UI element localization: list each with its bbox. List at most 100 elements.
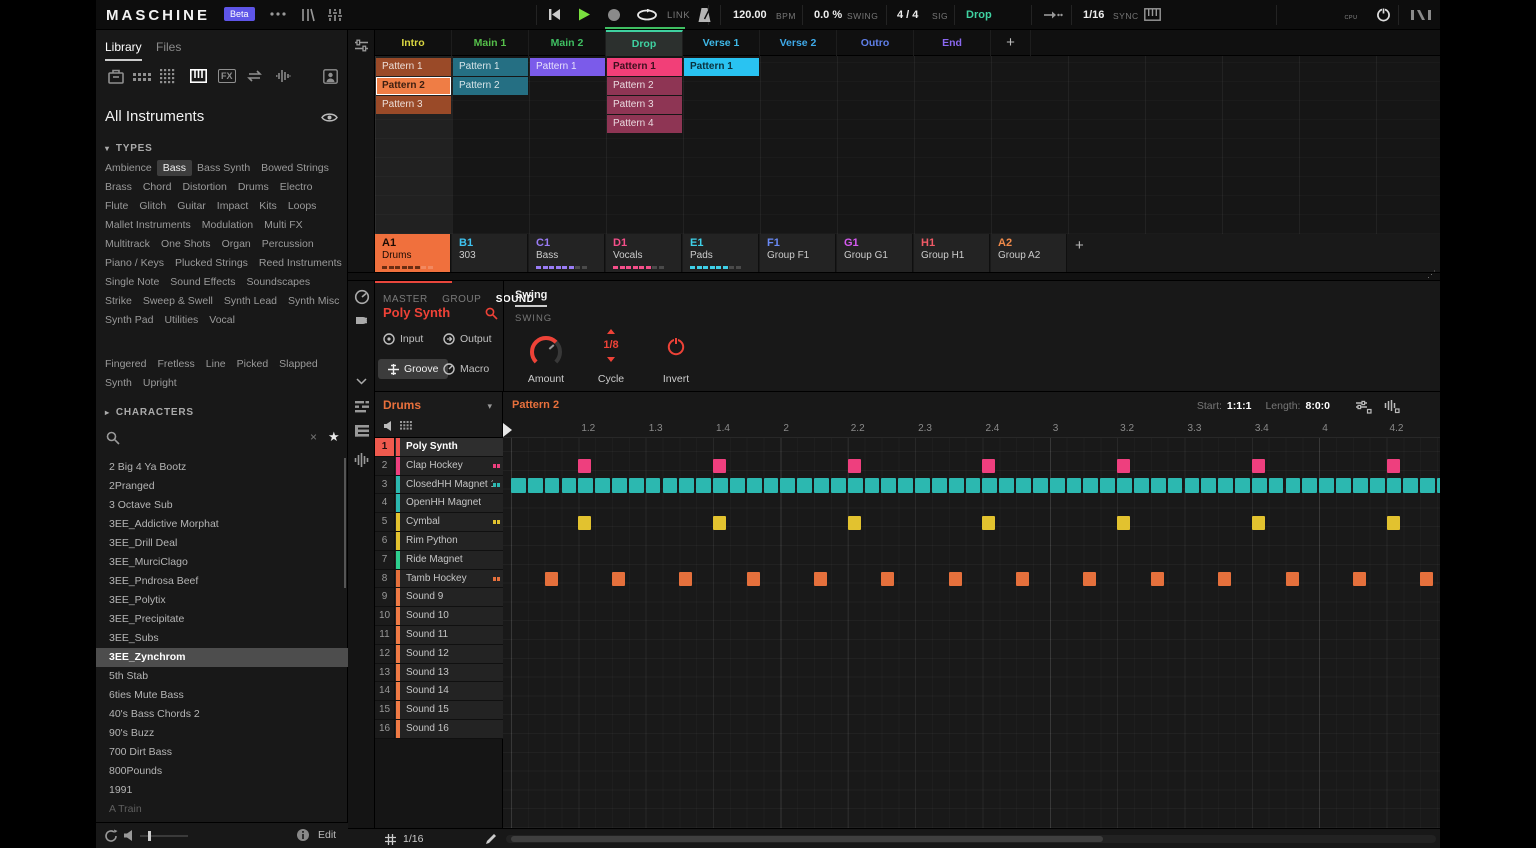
pattern-cell[interactable]: Pattern 1 [607,58,682,76]
type-tag[interactable]: Organ [222,238,251,250]
step-note[interactable] [1269,478,1284,493]
playhead[interactable] [503,423,512,437]
sound-row[interactable]: 9Sound 9 [375,588,503,607]
sound-row[interactable]: 2Clap Hockey [375,457,503,476]
resize-handle[interactable]: ⋰ [1427,269,1436,280]
step-note[interactable] [1083,572,1096,586]
sound-name[interactable]: Sound 15 [406,701,493,720]
type-tag[interactable]: Bowed Strings [261,162,329,174]
current-section-label[interactable]: Drop [966,9,992,21]
type-tag[interactable]: Soundscapes [246,276,310,288]
type-tag[interactable]: Strike [105,295,132,307]
type-tag[interactable]: One Shots [161,238,211,250]
pattern-cell[interactable]: Pattern 1 [453,58,528,76]
step-note[interactable] [982,516,995,530]
step-note[interactable] [1218,572,1231,586]
step-note[interactable] [545,478,560,493]
sound-number[interactable]: 1 [375,438,395,456]
editor-pattern-label[interactable]: Pattern 2 [512,399,559,411]
prehear-volume-slider[interactable] [140,835,188,837]
groove-button[interactable]: Groove [378,359,448,379]
step-note[interactable] [1387,478,1402,493]
add-group-button[interactable]: + [1068,234,1098,272]
pattern-cell[interactable]: Pattern 4 [607,115,682,133]
step-note[interactable] [982,459,995,473]
step-note[interactable] [1302,478,1317,493]
sound-name[interactable]: Sound 16 [406,720,493,739]
bpm-value[interactable]: 120.00 [733,9,767,21]
step-note[interactable] [780,478,795,493]
step-note[interactable] [545,572,558,586]
step-note[interactable] [848,516,861,530]
type-tag[interactable]: Single Note [105,276,159,288]
list-item[interactable]: 40's Bass Chords 2 [96,705,348,724]
type-tag[interactable]: Mallet Instruments [105,219,191,231]
pattern-cell[interactable]: Pattern 3 [607,96,682,114]
list-item[interactable]: 3EE_Subs [96,629,348,648]
sound-name[interactable]: Ride Magnet [406,551,493,570]
sound-row[interactable]: 11Sound 11 [375,626,503,645]
swing-cycle-value[interactable]: 1/8 [591,339,631,351]
more-options-icon[interactable] [270,12,286,16]
scene-tab[interactable]: Main 2 [529,30,606,56]
step-note[interactable] [578,478,593,493]
pattern-view-icon[interactable] [354,400,370,414]
scene-tab[interactable]: Main 1 [452,30,529,56]
step-note[interactable] [932,478,947,493]
type-tag[interactable]: Kits [259,200,277,212]
step-note[interactable] [528,478,543,493]
macro-button[interactable]: Macro [443,363,489,375]
scene-tab[interactable]: End [914,30,991,56]
pattern-cell[interactable]: Pattern 3 [376,96,451,114]
sound-number[interactable]: 2 [375,457,395,475]
step-note[interactable] [1235,478,1250,493]
step-note[interactable] [949,478,964,493]
step-note[interactable] [848,459,861,473]
selected-sound-name[interactable]: Poly Synth [383,305,450,320]
type-tag[interactable]: Synth Lead [224,295,277,307]
type-tag[interactable]: Sound Effects [170,276,235,288]
input-button[interactable]: Input [383,333,423,345]
step-note[interactable] [982,478,997,493]
subtype-tag[interactable]: Line [206,358,226,370]
sound-name[interactable]: ClosedHH Magnet 1 [406,476,493,495]
step-note[interactable] [713,478,728,493]
scene-tab[interactable]: Intro [375,30,452,56]
pattern-settings-icon[interactable] [1355,400,1372,414]
list-item[interactable]: 3EE_Pndrosa Beef [96,572,348,591]
user-content-icon[interactable] [323,69,338,84]
type-tag[interactable]: Impact [217,200,249,212]
pattern-cell[interactable]: Pattern 2 [453,77,528,95]
step-note[interactable] [1050,478,1065,493]
mute-speaker-icon[interactable] [383,420,394,432]
step-note[interactable] [1185,478,1200,493]
edit-button[interactable]: Edit [318,829,336,841]
group-cell[interactable]: D1Vocals [606,234,682,272]
instruments-filter-icon[interactable] [190,69,207,83]
step-note[interactable] [713,459,726,473]
time-signature-value[interactable]: 4 / 4 [897,9,918,21]
step-note[interactable] [797,478,812,493]
step-note[interactable] [646,478,661,493]
step-note[interactable] [1286,478,1301,493]
step-note[interactable] [1067,478,1082,493]
step-note[interactable] [511,478,526,493]
step-note[interactable] [898,478,913,493]
list-item[interactable]: 6ties Mute Bass [96,686,348,705]
add-scene-button[interactable]: + [991,30,1031,56]
oneshots-filter-icon[interactable] [275,69,291,83]
sound-row[interactable]: 4OpenHH Magnet [375,494,503,513]
browser-content-title[interactable]: All Instruments [105,108,204,125]
sync-value[interactable]: 1/16 [1083,9,1104,21]
scene-tab[interactable]: Drop [606,30,683,56]
type-tag[interactable]: Multi FX [264,219,303,231]
step-note[interactable] [848,478,863,493]
step-note[interactable] [1252,516,1265,530]
sound-row[interactable]: 3ClosedHH Magnet 1 [375,476,503,495]
step-note[interactable] [1218,478,1233,493]
step-note[interactable] [1420,478,1435,493]
keyboard-view-icon[interactable] [354,424,370,438]
sound-row[interactable]: 6Rim Python [375,532,503,551]
pad-grid-icon[interactable] [400,421,412,433]
step-note[interactable] [949,572,962,586]
